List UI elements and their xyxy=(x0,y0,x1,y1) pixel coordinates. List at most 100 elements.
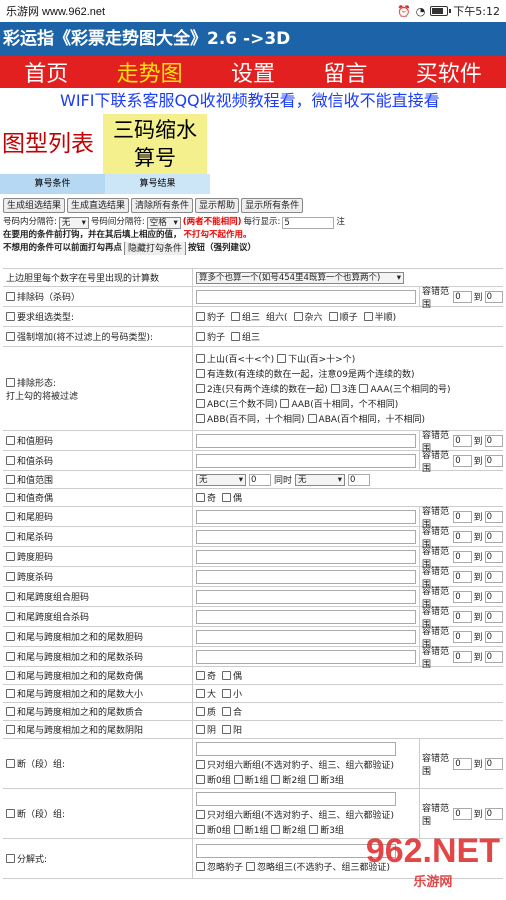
ignore-baozi-cb[interactable] xyxy=(196,862,205,871)
tol-max[interactable]: 0 xyxy=(484,610,503,623)
tol-max[interactable]: 0 xyxy=(484,550,503,563)
force-baozi-cb[interactable] xyxy=(196,332,205,341)
nav-home[interactable]: 首页 xyxy=(24,56,68,88)
form-aaa-cb[interactable] xyxy=(359,384,369,393)
tol-max[interactable]: 0 xyxy=(484,434,503,447)
hide-checked-button[interactable]: 隐藏打勾条件 xyxy=(124,242,187,255)
row-checkbox[interactable] xyxy=(6,632,15,641)
sep-select[interactable]: 无 ▾ xyxy=(58,216,89,229)
tol-min[interactable]: 0 xyxy=(453,590,472,603)
row-checkbox[interactable] xyxy=(6,552,15,561)
gen-direct-button[interactable]: 生成直选结果 xyxy=(67,198,130,213)
tol-min[interactable]: 0 xyxy=(453,610,472,623)
type-baozi-cb[interactable] xyxy=(196,312,205,321)
tab-calc-results[interactable]: 算号结果 xyxy=(105,174,210,194)
form-aba-cb[interactable] xyxy=(307,414,317,423)
tab-calc-conditions[interactable]: 算号条件 xyxy=(0,174,105,194)
gen-group-button[interactable]: 生成组选结果 xyxy=(3,198,66,213)
form-checkbox[interactable] xyxy=(6,377,15,387)
count-rule-select[interactable]: 算多个也算一个(如号454里4既算一个也算两个) ▾ xyxy=(196,271,404,284)
tol-max[interactable]: 0 xyxy=(484,590,503,603)
tol-max[interactable]: 0 xyxy=(484,757,503,770)
yin-cb[interactable] xyxy=(196,725,205,734)
sum-range-select-2[interactable]: 无 ▾ xyxy=(295,473,346,486)
row-input[interactable] xyxy=(196,629,416,644)
row-input[interactable] xyxy=(196,529,416,544)
row-checkbox[interactable] xyxy=(6,707,15,716)
type-checkbox[interactable] xyxy=(6,312,15,321)
row-checkbox[interactable] xyxy=(6,854,15,863)
prime-cb[interactable] xyxy=(196,707,205,716)
form-abb-cb[interactable] xyxy=(196,414,205,423)
row-checkbox[interactable] xyxy=(6,512,15,521)
tol-min[interactable]: 0 xyxy=(453,630,472,643)
tol-min[interactable]: 0 xyxy=(453,454,472,467)
form-up-cb[interactable] xyxy=(196,354,205,363)
small-cb[interactable] xyxy=(222,689,232,698)
tol-min[interactable]: 0 xyxy=(453,550,472,563)
clear-all-button[interactable]: 清除所有条件 xyxy=(131,198,194,213)
dz3-cb[interactable] xyxy=(309,824,319,834)
tol-min[interactable]: 0 xyxy=(453,650,472,663)
row-input[interactable] xyxy=(196,649,416,664)
row-checkbox[interactable] xyxy=(6,652,15,661)
tol-max[interactable]: 0 xyxy=(484,510,503,523)
ignore-zu3-cb[interactable] xyxy=(246,862,256,871)
row-input[interactable] xyxy=(196,549,416,564)
tol-max[interactable]: 0 xyxy=(484,530,503,543)
tol-max[interactable]: 0 xyxy=(484,570,503,583)
dz-only-cb[interactable] xyxy=(196,809,205,819)
tol-min[interactable]: 0 xyxy=(453,570,472,583)
row-checkbox[interactable] xyxy=(6,532,15,541)
row-input[interactable] xyxy=(196,791,396,806)
big-cb[interactable] xyxy=(196,689,205,698)
row-checkbox[interactable] xyxy=(6,493,15,502)
tab-three-code[interactable]: 三码缩水 算号 xyxy=(103,114,207,174)
tol-max[interactable]: 0 xyxy=(484,454,503,467)
sum-range-select-1[interactable]: 无 ▾ xyxy=(196,473,246,486)
per-line-input[interactable]: 5 xyxy=(282,216,335,229)
row-input[interactable] xyxy=(196,433,416,448)
tol-min[interactable]: 0 xyxy=(453,434,472,447)
dz0-cb[interactable] xyxy=(196,774,205,784)
row-input[interactable] xyxy=(196,569,416,584)
row-input[interactable] xyxy=(196,741,396,756)
dz1-cb[interactable] xyxy=(233,774,243,784)
row-input[interactable] xyxy=(196,589,416,604)
form-down-cb[interactable] xyxy=(277,354,287,363)
form-2lian-cb[interactable] xyxy=(196,384,205,393)
odd-cb[interactable] xyxy=(196,671,205,680)
exclude-input[interactable] xyxy=(196,289,416,304)
row-checkbox[interactable] xyxy=(6,572,15,581)
row-checkbox[interactable] xyxy=(6,436,15,445)
show-help-button[interactable]: 显示帮助 xyxy=(195,198,240,213)
row-checkbox[interactable] xyxy=(6,475,15,484)
row-checkbox[interactable] xyxy=(6,671,15,680)
row-checkbox[interactable] xyxy=(6,759,15,768)
force-checkbox[interactable] xyxy=(6,332,15,341)
row-checkbox[interactable] xyxy=(6,456,15,465)
sum-range-num-2[interactable]: 0 xyxy=(348,473,371,486)
dz2-cb[interactable] xyxy=(271,774,281,784)
tol-min[interactable]: 0 xyxy=(453,757,472,770)
form-3lian-cb[interactable] xyxy=(330,384,340,393)
sum-range-num-1[interactable]: 0 xyxy=(249,473,271,486)
form-aab-cb[interactable] xyxy=(280,399,290,408)
form-consec-cb[interactable] xyxy=(196,369,205,378)
nav-message[interactable]: 留言 xyxy=(323,56,367,88)
tab-chart-list[interactable]: 图型列表 xyxy=(0,123,103,165)
tol-min[interactable]: 0 xyxy=(453,290,472,303)
row-input[interactable] xyxy=(196,509,416,524)
dz-only-cb[interactable] xyxy=(196,759,205,769)
nav-buy[interactable]: 买软件 xyxy=(416,56,482,88)
tol-min[interactable]: 0 xyxy=(453,530,472,543)
type-za6-cb[interactable] xyxy=(293,312,303,321)
tol-max[interactable]: 0 xyxy=(484,807,503,820)
even-cb[interactable] xyxy=(222,493,232,502)
row-checkbox[interactable] xyxy=(6,689,15,698)
row-checkbox[interactable] xyxy=(6,725,15,734)
force-zu3-cb[interactable] xyxy=(231,332,241,341)
even-cb[interactable] xyxy=(222,671,232,680)
nav-settings[interactable]: 设置 xyxy=(231,56,275,88)
show-all-button[interactable]: 显示所有条件 xyxy=(241,198,304,213)
